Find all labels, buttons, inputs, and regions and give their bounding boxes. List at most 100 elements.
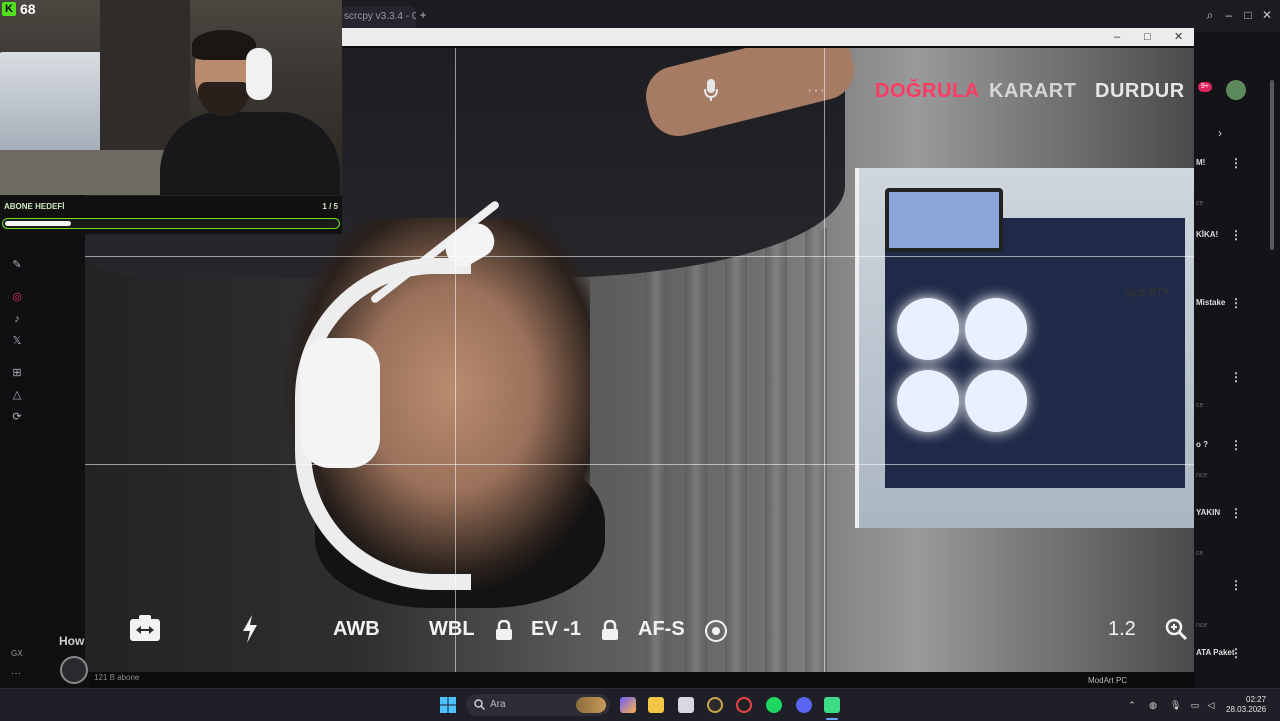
scrcpy-title-bar: – □ ✕ bbox=[342, 28, 1194, 46]
subscriber-count: 121 B abone bbox=[94, 673, 140, 682]
goal-progress-track bbox=[2, 218, 340, 229]
zoom-icon[interactable] bbox=[1165, 618, 1187, 640]
search-icon bbox=[474, 699, 485, 710]
streamer-body bbox=[160, 112, 340, 195]
search-placeholder: Ara bbox=[490, 699, 506, 710]
taskbar: Ara ⌃ ◍ 🎙 ▭ ◁ 02:27 28.03.2026 bbox=[0, 688, 1280, 721]
taskbar-search-input[interactable]: Ara bbox=[466, 694, 610, 716]
kebab-menu-icon: ⋮ bbox=[1230, 438, 1242, 452]
fan bbox=[897, 370, 959, 432]
kebab-menu-icon: ⋮ bbox=[1230, 578, 1242, 592]
settings-icon[interactable]: ⟳ bbox=[10, 410, 24, 424]
discord-icon[interactable] bbox=[796, 697, 812, 713]
chevron-right-icon[interactable]: › bbox=[1218, 126, 1222, 140]
more-options-icon[interactable]: ··· bbox=[807, 82, 826, 100]
new-tab-button[interactable]: + bbox=[417, 9, 429, 21]
goal-label: ABONE HEDEFİ bbox=[4, 202, 65, 211]
copilot-icon[interactable] bbox=[620, 697, 636, 713]
af-button[interactable]: AF-S bbox=[638, 618, 685, 641]
stop-button[interactable]: DURDUR bbox=[1095, 80, 1185, 103]
fan bbox=[965, 370, 1027, 432]
file-explorer-icon[interactable] bbox=[648, 697, 664, 713]
tab-scrcpy[interactable]: scrcpy v3.3.4 - Ge bbox=[342, 6, 416, 28]
microphone-tray-icon[interactable]: 🎙 bbox=[1170, 700, 1181, 710]
feather-icon[interactable]: ✎ bbox=[10, 258, 24, 272]
phone-screen bbox=[885, 188, 1003, 252]
kebab-menu-icon: ⋮ bbox=[1230, 228, 1242, 242]
x-icon[interactable]: 𝕏 bbox=[10, 334, 24, 348]
scrcpy-minimize-button[interactable]: – bbox=[1114, 30, 1120, 44]
scrollbar[interactable] bbox=[1270, 80, 1274, 250]
headphone bbox=[246, 48, 272, 100]
scrcpy-close-button[interactable]: ✕ bbox=[1174, 30, 1183, 44]
headset-earcup bbox=[300, 338, 380, 468]
avatar[interactable] bbox=[1226, 80, 1246, 100]
grid-icon[interactable]: ⊞ bbox=[10, 366, 24, 380]
webcam-overlay: K 68 bbox=[0, 0, 342, 195]
kebab-menu-icon: ⋮ bbox=[1230, 370, 1242, 384]
wbl-button[interactable]: WBL bbox=[429, 618, 475, 641]
list-item-meta: ce bbox=[1196, 200, 1204, 207]
kebab-menu-icon: ⋮ bbox=[1230, 296, 1242, 310]
grid-line bbox=[85, 464, 1194, 465]
shapes-icon[interactable]: △ bbox=[10, 388, 24, 402]
kebab-menu-icon: ⋮ bbox=[1230, 646, 1242, 660]
list-item-meta: nce bbox=[1196, 622, 1208, 629]
goal-progress-fill bbox=[5, 221, 71, 226]
flash-icon[interactable] bbox=[241, 614, 259, 644]
maximize-icon[interactable]: □ bbox=[1241, 8, 1255, 22]
display-icon[interactable]: ▭ bbox=[1190, 700, 1200, 710]
scrcpy-maximize-button[interactable]: □ bbox=[1144, 30, 1151, 44]
search-icon[interactable]: ⌕ bbox=[1203, 8, 1217, 22]
tiktok-icon[interactable]: ♪ bbox=[10, 312, 24, 326]
volume-icon[interactable]: ◁ bbox=[1206, 700, 1216, 710]
list-item-meta: ce bbox=[1196, 550, 1204, 557]
curtain bbox=[645, 228, 667, 672]
grid-line bbox=[85, 256, 1194, 257]
channel-name[interactable]: ModArt PC bbox=[1088, 676, 1127, 685]
search-highlight-image bbox=[576, 697, 606, 713]
close-icon[interactable]: ✕ bbox=[1260, 8, 1274, 22]
lock-icon[interactable] bbox=[495, 620, 513, 640]
focus-target-icon[interactable] bbox=[705, 620, 727, 642]
microphone-icon[interactable] bbox=[703, 78, 719, 102]
opera-gx-icon[interactable] bbox=[736, 697, 752, 713]
verify-button[interactable]: DOĞRULA bbox=[875, 80, 980, 103]
windows-start-icon[interactable] bbox=[440, 697, 456, 713]
clock-date: 28.03.2026 bbox=[1226, 705, 1267, 714]
switch-camera-icon[interactable] bbox=[129, 614, 161, 642]
right-page-panel: 9+ › M! ⋮ KİKA! ⋮ ce Mistake ⋮ ⋮ ce o ? ⋮ nc… bbox=[1194, 32, 1280, 688]
notification-badge[interactable]: 9+ bbox=[1198, 82, 1212, 92]
awb-button[interactable]: AWB bbox=[333, 618, 380, 641]
fan bbox=[965, 298, 1027, 360]
minimize-icon[interactable]: – bbox=[1222, 8, 1236, 22]
scrcpy-icon[interactable] bbox=[824, 697, 840, 713]
spotify-icon[interactable] bbox=[766, 697, 782, 713]
kebab-menu-icon: ⋮ bbox=[1230, 506, 1242, 520]
desk bbox=[0, 150, 170, 195]
darken-button[interactable]: KARART bbox=[989, 80, 1076, 103]
video-title[interactable]: How bbox=[59, 634, 84, 648]
list-item-meta: nce bbox=[1196, 472, 1208, 479]
viewer-count: 68 bbox=[20, 1, 36, 17]
kick-logo: K bbox=[2, 2, 16, 16]
instagram-icon[interactable]: ◎ bbox=[10, 290, 24, 304]
clock-time: 02:27 bbox=[1246, 695, 1267, 704]
more-icon[interactable]: ··· bbox=[11, 668, 21, 679]
system-clock[interactable]: 02:27 28.03.2026 bbox=[1226, 695, 1266, 715]
store-icon[interactable] bbox=[678, 697, 694, 713]
zoom-value[interactable]: 1.2 bbox=[1108, 618, 1136, 641]
network-icon[interactable]: ◍ bbox=[1148, 700, 1158, 710]
curtain bbox=[725, 228, 747, 672]
app-icon[interactable] bbox=[707, 697, 723, 713]
ev-button[interactable]: EV -1 bbox=[531, 618, 581, 641]
curtain bbox=[685, 228, 707, 672]
list-item-meta: ce bbox=[1196, 402, 1204, 409]
lock-icon[interactable] bbox=[601, 620, 619, 640]
chevron-up-icon[interactable]: ⌃ bbox=[1127, 700, 1137, 710]
gx-label: GX bbox=[11, 649, 23, 658]
channel-avatar[interactable] bbox=[60, 656, 88, 684]
goal-count: 1 / 5 bbox=[322, 202, 338, 211]
fan bbox=[897, 298, 959, 360]
streamer-beard bbox=[198, 82, 250, 116]
